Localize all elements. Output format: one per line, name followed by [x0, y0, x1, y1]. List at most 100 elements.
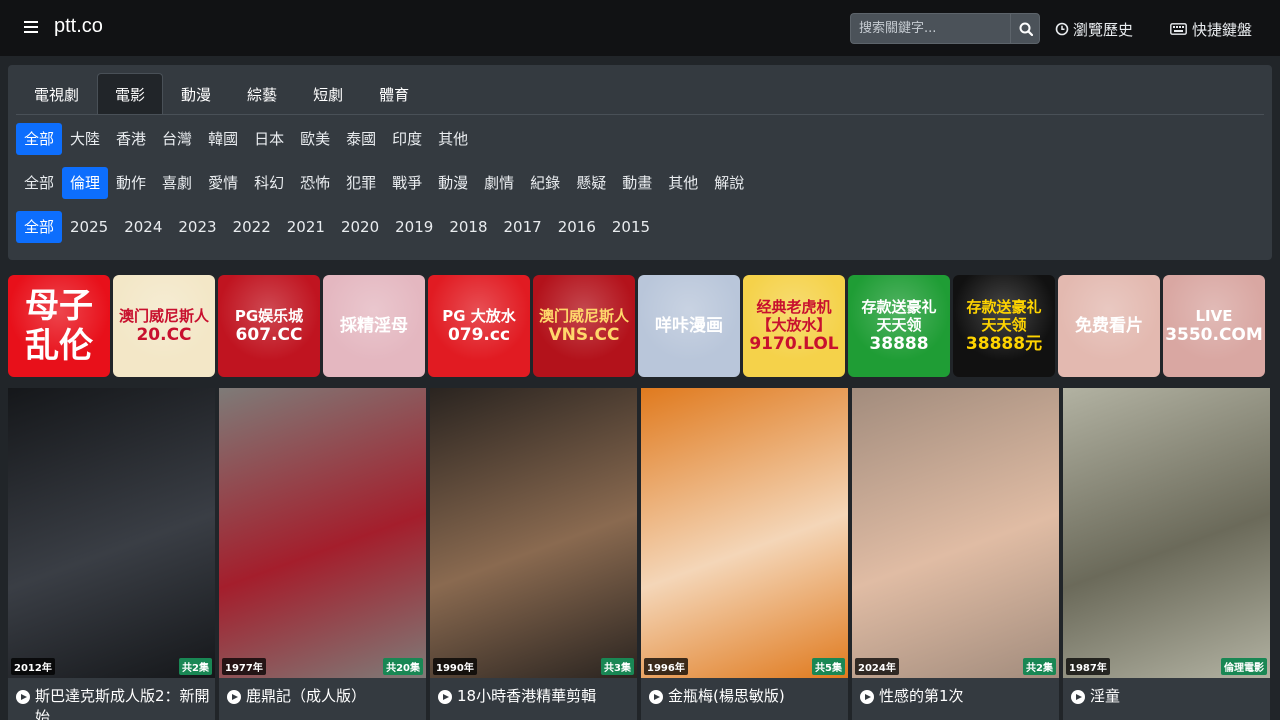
region-chip[interactable]: 其他 — [430, 123, 476, 155]
ad-text: 079.cc — [447, 325, 511, 345]
poster-image[interactable] — [8, 388, 215, 678]
keyboard-label: 快捷鍵盤 — [1192, 20, 1253, 39]
card-title[interactable]: 性感的第1次 — [860, 686, 1055, 707]
ad-banner[interactable]: PG 大放水 079.cc — [428, 275, 530, 377]
genre-chip[interactable]: 紀錄 — [522, 167, 568, 199]
poster-image[interactable] — [219, 388, 426, 678]
poster-image[interactable] — [641, 388, 848, 678]
video-card[interactable]: 1977年 共20集 鹿鼎記（成人版） — [219, 388, 426, 720]
episode-badge: 共20集 — [383, 658, 423, 675]
genre-chip[interactable]: 動作 — [108, 167, 154, 199]
video-card[interactable]: 2024年 共2集 性感的第1次 — [852, 388, 1059, 720]
region-chip[interactable]: 大陸 — [62, 123, 108, 155]
video-card[interactable]: 1996年 共5集 金瓶梅(楊思敏版) — [641, 388, 848, 720]
tab-4[interactable]: 短劇 — [295, 73, 361, 115]
region-chip[interactable]: 全部 — [16, 123, 63, 155]
year-chip[interactable]: 2017 — [496, 211, 550, 243]
card-title[interactable]: 金瓶梅(楊思敏版) — [649, 686, 844, 707]
play-icon — [860, 690, 874, 704]
episode-badge: 倫理電影 — [1221, 658, 1267, 675]
year-chip[interactable]: 2016 — [550, 211, 604, 243]
region-chip[interactable]: 歐美 — [292, 123, 338, 155]
region-chip[interactable]: 香港 — [108, 123, 154, 155]
genre-chip[interactable]: 愛情 — [200, 167, 246, 199]
year-chip[interactable]: 2020 — [333, 211, 387, 243]
tab-0[interactable]: 電視劇 — [16, 73, 97, 115]
card-title-text: 性感的第1次 — [879, 687, 964, 705]
ad-text: 3550.COM — [1165, 325, 1263, 345]
card-title[interactable]: 18小時香港精華剪輯 — [438, 686, 633, 707]
ad-banner[interactable]: 採精淫母 — [323, 275, 425, 377]
ad-text: 经典老虎机 — [756, 298, 832, 316]
genre-chip[interactable]: 戰爭 — [384, 167, 430, 199]
year-chip[interactable]: 2015 — [604, 211, 658, 243]
video-card[interactable]: 1987年 倫理電影 淫童 — [1063, 388, 1270, 720]
ad-banner[interactable]: 存款送豪礼 天天领 38888 — [848, 275, 950, 377]
ad-banner[interactable]: 母子 乱伦 — [8, 275, 110, 377]
card-title[interactable]: 斯巴達克斯成人版2：新開始 — [16, 686, 211, 720]
ad-banner[interactable]: 免费看片 — [1058, 275, 1160, 377]
card-title[interactable]: 淫童 — [1071, 686, 1266, 707]
ad-banner[interactable]: LIVE 3550.COM — [1163, 275, 1265, 377]
tab-3[interactable]: 綜藝 — [229, 73, 295, 115]
genre-chip[interactable]: 犯罪 — [338, 167, 384, 199]
genre-chip[interactable]: 動漫 — [430, 167, 476, 199]
tab-2[interactable]: 動漫 — [163, 73, 229, 115]
year-chip[interactable]: 2019 — [387, 211, 441, 243]
play-icon — [1071, 690, 1085, 704]
year-chip[interactable]: 2025 — [62, 211, 116, 243]
ad-text: 免费看片 — [1075, 316, 1143, 336]
site-logo[interactable]: ptt.co — [54, 15, 103, 38]
ad-text: 乱伦 — [25, 326, 93, 366]
ad-text: 存款送豪礼 — [966, 298, 1042, 316]
search-input[interactable] — [850, 13, 1010, 44]
ad-banner[interactable]: 咩咔漫画 — [638, 275, 740, 377]
region-chip[interactable]: 韓國 — [200, 123, 246, 155]
card-title-text: 鹿鼎記（成人版） — [246, 687, 367, 705]
genre-chip[interactable]: 懸疑 — [568, 167, 614, 199]
year-chip[interactable]: 全部 — [16, 211, 63, 243]
menu-icon[interactable] — [24, 21, 38, 33]
genre-chip[interactable]: 全部 — [16, 167, 62, 199]
video-card[interactable]: 2012年 共2集 斯巴達克斯成人版2：新開始 — [8, 388, 215, 720]
ad-text: 20.CC — [136, 325, 192, 345]
card-title-text: 金瓶梅(楊思敏版) — [668, 687, 785, 705]
genre-chip[interactable]: 喜劇 — [154, 167, 200, 199]
year-chip[interactable]: 2023 — [170, 211, 224, 243]
genre-chip[interactable]: 劇情 — [476, 167, 522, 199]
genre-chip[interactable]: 其他 — [660, 167, 706, 199]
ad-banner[interactable]: PG娱乐城 607.CC — [218, 275, 320, 377]
poster-image[interactable] — [852, 388, 1059, 678]
episode-badge: 共3集 — [601, 658, 634, 675]
ad-banner[interactable]: 澳门威尼斯人 20.CC — [113, 275, 215, 377]
video-card[interactable]: 1990年 共3集 18小時香港精華剪輯 — [430, 388, 637, 720]
region-chip[interactable]: 印度 — [384, 123, 430, 155]
genre-chip[interactable]: 恐怖 — [292, 167, 338, 199]
card-title[interactable]: 鹿鼎記（成人版） — [227, 686, 422, 707]
year-chip[interactable]: 2021 — [279, 211, 333, 243]
poster-image[interactable] — [430, 388, 637, 678]
keyboard-link[interactable]: 快捷鍵盤 — [1170, 18, 1252, 40]
region-filter: 全部 大陸 香港 台灣 韓國 日本 歐美 泰國 印度 其他 — [16, 123, 476, 155]
genre-chip[interactable]: 科幻 — [246, 167, 292, 199]
tab-1[interactable]: 電影 — [97, 73, 164, 115]
ad-banner[interactable]: 澳门威尼斯人 VNS.CC — [533, 275, 635, 377]
poster-image[interactable] — [1063, 388, 1270, 678]
genre-chip[interactable]: 解說 — [706, 167, 752, 199]
year-chip[interactable]: 2024 — [116, 211, 170, 243]
ad-banner[interactable]: 经典老虎机 【大放水】 9170.LOL — [743, 275, 845, 377]
year-chip[interactable]: 2022 — [225, 211, 279, 243]
region-chip[interactable]: 台灣 — [154, 123, 200, 155]
search-button[interactable] — [1010, 13, 1040, 44]
genre-chip[interactable]: 倫理 — [62, 167, 109, 199]
play-icon — [16, 690, 30, 704]
ad-banner[interactable]: 存款送豪礼 天天领 38888元 — [953, 275, 1055, 377]
region-chip[interactable]: 日本 — [246, 123, 292, 155]
region-chip[interactable]: 泰國 — [338, 123, 384, 155]
history-link[interactable]: 瀏覽歷史 — [1055, 18, 1133, 40]
year-badge: 2024年 — [855, 658, 899, 675]
play-icon — [227, 690, 241, 704]
tab-5[interactable]: 體育 — [361, 73, 427, 115]
year-chip[interactable]: 2018 — [441, 211, 495, 243]
genre-chip[interactable]: 動畫 — [614, 167, 660, 199]
